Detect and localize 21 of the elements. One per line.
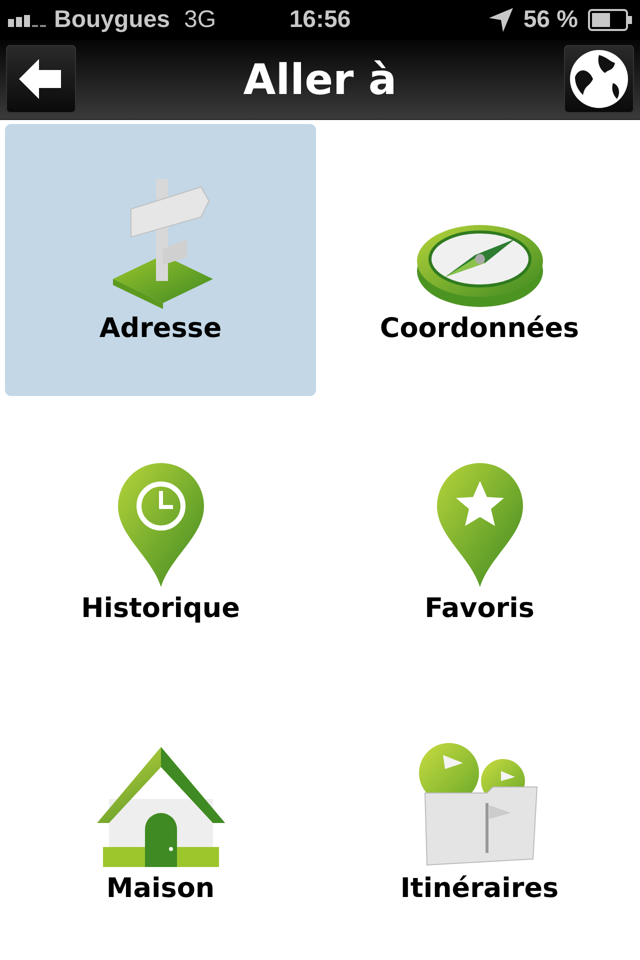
carrier-name: Bouygues [54, 6, 170, 34]
globe-button[interactable] [564, 45, 634, 114]
location-arrow-icon [489, 8, 514, 32]
destination-tile[interactable]: Coordonnées [324, 124, 635, 396]
destination-tile[interactable]: Itinéraires [324, 684, 635, 956]
star-pin-icon [434, 461, 524, 589]
signal-icon [8, 12, 46, 27]
battery-icon [588, 8, 632, 31]
globe-icon [569, 49, 629, 110]
destination-tile[interactable]: Historique [5, 404, 316, 676]
back-button[interactable] [6, 45, 76, 114]
destination-tile[interactable]: Adresse [5, 124, 316, 396]
destination-tile[interactable]: Favoris [324, 404, 635, 676]
house-icon [96, 747, 224, 869]
battery-percent: 56 % [523, 6, 578, 34]
destination-tile[interactable]: Maison [5, 684, 316, 956]
left-arrow-icon [19, 59, 63, 100]
clock-time: 16:56 [289, 6, 351, 33]
clock-pin-icon [116, 461, 206, 589]
screen-title: Aller à [243, 54, 397, 104]
network-type: 3G [184, 6, 216, 34]
